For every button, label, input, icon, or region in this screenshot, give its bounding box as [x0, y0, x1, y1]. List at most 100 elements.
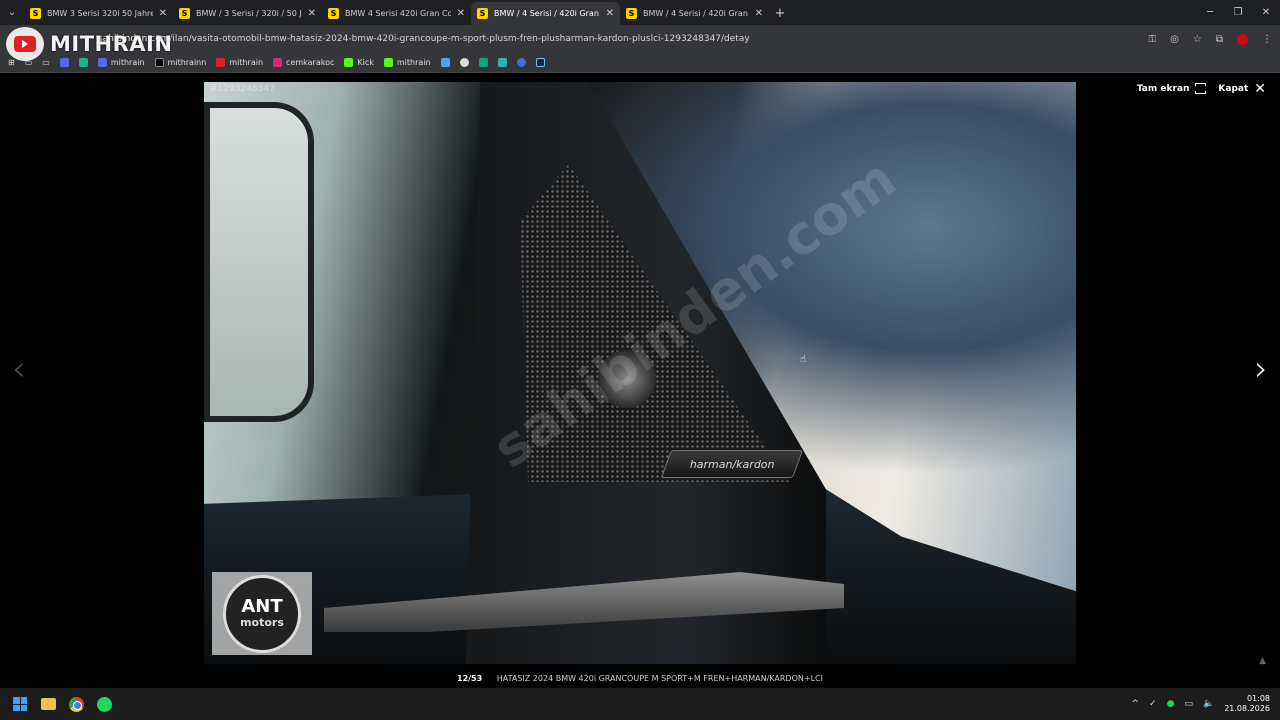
spotify-tray-icon[interactable]: ● [1167, 699, 1175, 709]
extensions-icon[interactable]: ⧉ [1216, 34, 1223, 45]
bookmark-kick-channel[interactable]: mithrain [383, 58, 431, 67]
sahibinden-favicon-icon: S [626, 8, 637, 19]
restore-icon[interactable]: ❐ [1224, 0, 1252, 25]
scroll-up-icon[interactable]: ▲ [1259, 656, 1266, 666]
photo-counter: 12/53 [457, 674, 483, 683]
close-window-icon[interactable]: ✕ [1252, 0, 1280, 25]
fullscreen-icon [1193, 83, 1209, 94]
steam-icon[interactable] [535, 58, 545, 67]
close-tab-icon[interactable]: ✕ [308, 8, 316, 19]
close-label: Kapat [1218, 83, 1249, 94]
close-tab-icon[interactable]: ✕ [457, 8, 465, 19]
chevron-down-icon: ⌄ [7, 7, 17, 18]
tab-title: BMW 3 Serisi 320i 50 Jahre Edi [47, 9, 153, 18]
fullscreen-label: Tam ekran [1136, 83, 1190, 94]
bookmark-label: mithrain [229, 58, 264, 67]
close-tab-icon[interactable]: ✕ [755, 8, 763, 19]
dealer-logo-line2: motors [240, 616, 284, 629]
chrome-icon [68, 696, 84, 712]
tray-app-icon[interactable]: ✓ [1149, 699, 1157, 709]
listing-title: HATASIZ 2024 BMW 420i GRANCOUPE M SPORT+… [496, 674, 823, 683]
browser-toolbar: sahibinden.com/ilan/vasita-otomobil-bmw-… [0, 25, 1280, 53]
next-photo-button[interactable]: › [1254, 352, 1268, 386]
kick-icon [383, 58, 393, 67]
start-button[interactable] [6, 688, 34, 720]
photo-id: #1293248347 [210, 84, 275, 94]
clock[interactable]: 01:08 21.08.2026 [1224, 694, 1270, 714]
bookmark-youtube[interactable]: mithrain [216, 58, 263, 67]
bookmark-label: mithrain [396, 58, 431, 67]
side-mirror-shape [204, 102, 314, 422]
bookmark-label: mithrainn [167, 58, 207, 67]
folder-icon [40, 698, 56, 710]
bookmark-instagram[interactable]: cemkarakoc [273, 58, 334, 67]
bookmark-label: cemkarakoc [286, 58, 335, 67]
tab-1[interactable]: S BMW 3 Serisi 320i 50 Jahre Edi ✕ [24, 2, 173, 25]
youtube-icon [216, 58, 226, 67]
file-explorer-button[interactable] [34, 688, 62, 720]
bookmark-icon[interactable] [440, 58, 450, 67]
clock-date: 21.08.2026 [1224, 704, 1270, 713]
url-path: /ilan/vasita-otomobil-bmw-hatasiz-2024-b… [169, 34, 750, 44]
tab-title: BMW 4 Serisi 420i Gran Coupe [345, 9, 451, 18]
network-icon[interactable]: ▭ [1184, 699, 1193, 709]
volume-icon[interactable]: 🔈 [1203, 699, 1214, 709]
speaker-badge-text: harman/kardon [689, 457, 775, 471]
key-icon[interactable]: ⚿ [1149, 34, 1157, 45]
address-bar[interactable]: sahibinden.com/ilan/vasita-otomobil-bmw-… [98, 34, 750, 44]
tab-5[interactable]: S BMW / 4 Serisi / 420i Gran Co ✕ [620, 2, 769, 25]
close-tab-icon[interactable]: ✕ [606, 8, 614, 19]
tab-4-active[interactable]: S BMW / 4 Serisi / 420i Gran Co ✕ [471, 2, 620, 25]
photo-caption: 12/53 HATASIZ 2024 BMW 420i GRANCOUPE M … [0, 674, 1280, 683]
profile-avatar[interactable] [1237, 33, 1248, 45]
bookmarks-bar: ⊞ ▭ ▭ mithrain mithrainn mithrain cemkar… [0, 53, 1280, 73]
window-controls: ─ ❐ ✕ [1196, 0, 1280, 25]
bookmark-icon[interactable] [459, 58, 469, 67]
bookmark-label: Kick [357, 58, 374, 67]
bookmark-icon[interactable] [516, 58, 526, 67]
sahibinden-favicon-icon: S [30, 8, 41, 19]
sahibinden-favicon-icon: S [328, 8, 339, 19]
gallery-photo[interactable]: harman/kardon sahibinden.com #1293248347… [204, 82, 1076, 664]
close-gallery-button[interactable]: Kapat ✕ [1218, 80, 1266, 97]
menu-dots-icon[interactable]: ⋮ [1262, 34, 1272, 45]
chrome-button[interactable] [62, 688, 90, 720]
chevron-up-icon[interactable]: ^ [1132, 699, 1140, 709]
spotify-icon [96, 696, 112, 712]
hand-cursor-icon: ☝ [800, 354, 807, 365]
tab-strip: ⌄ S BMW 3 Serisi 320i 50 Jahre Edi ✕ S B… [0, 0, 1280, 25]
spotify-button[interactable] [90, 688, 118, 720]
previous-photo-button[interactable]: ‹ [12, 352, 26, 386]
streamer-overlay: MITHRAIN [6, 27, 172, 61]
youtube-logo-icon [6, 27, 44, 61]
close-tab-icon[interactable]: ✕ [159, 8, 167, 19]
bookmark-icon[interactable] [497, 58, 507, 67]
gallery-actions: Tam ekran Kapat ✕ [1136, 80, 1266, 97]
kick-icon [344, 58, 354, 67]
windows-icon [13, 697, 27, 711]
dealer-logo: ANT motors [212, 572, 312, 655]
toolbar-icons: ⚿ ◎ ☆ ⧉ ⋮ [1149, 25, 1272, 53]
bookmark-icon[interactable] [478, 58, 488, 67]
overlay-brand: MITHRAIN [50, 32, 173, 56]
new-tab-button[interactable]: + [769, 2, 791, 25]
tab-2[interactable]: S BMW / 3 Serisi / 320i / 50 Jahre ✕ [173, 2, 322, 25]
tab-title: BMW / 4 Serisi / 420i Gran Co [494, 9, 600, 18]
fullscreen-button[interactable]: Tam ekran [1136, 83, 1209, 94]
close-icon: ✕ [1254, 80, 1266, 97]
speaker-badge: harman/kardon [660, 450, 804, 478]
star-icon[interactable]: ☆ [1193, 34, 1202, 45]
tab-title: BMW / 4 Serisi / 420i Gran Co [643, 9, 749, 18]
dealer-logo-line1: ANT [241, 596, 283, 617]
eye-off-icon[interactable]: ◎ [1170, 34, 1179, 45]
windows-taskbar: ^ ✓ ● ▭ 🔈 01:08 21.08.2026 [0, 688, 1280, 720]
tab-3[interactable]: S BMW 4 Serisi 420i Gran Coupe ✕ [322, 2, 471, 25]
tab-search-button[interactable]: ⌄ [0, 0, 24, 25]
tab-title: BMW / 3 Serisi / 320i / 50 Jahre [196, 9, 302, 18]
sahibinden-favicon-icon: S [477, 8, 488, 19]
minimize-icon[interactable]: ─ [1196, 0, 1224, 25]
bookmark-kick[interactable]: Kick [344, 58, 374, 67]
sahibinden-favicon-icon: S [179, 8, 190, 19]
system-tray: ^ ✓ ● ▭ 🔈 01:08 21.08.2026 [1132, 688, 1271, 720]
clock-time: 01:08 [1246, 694, 1270, 703]
